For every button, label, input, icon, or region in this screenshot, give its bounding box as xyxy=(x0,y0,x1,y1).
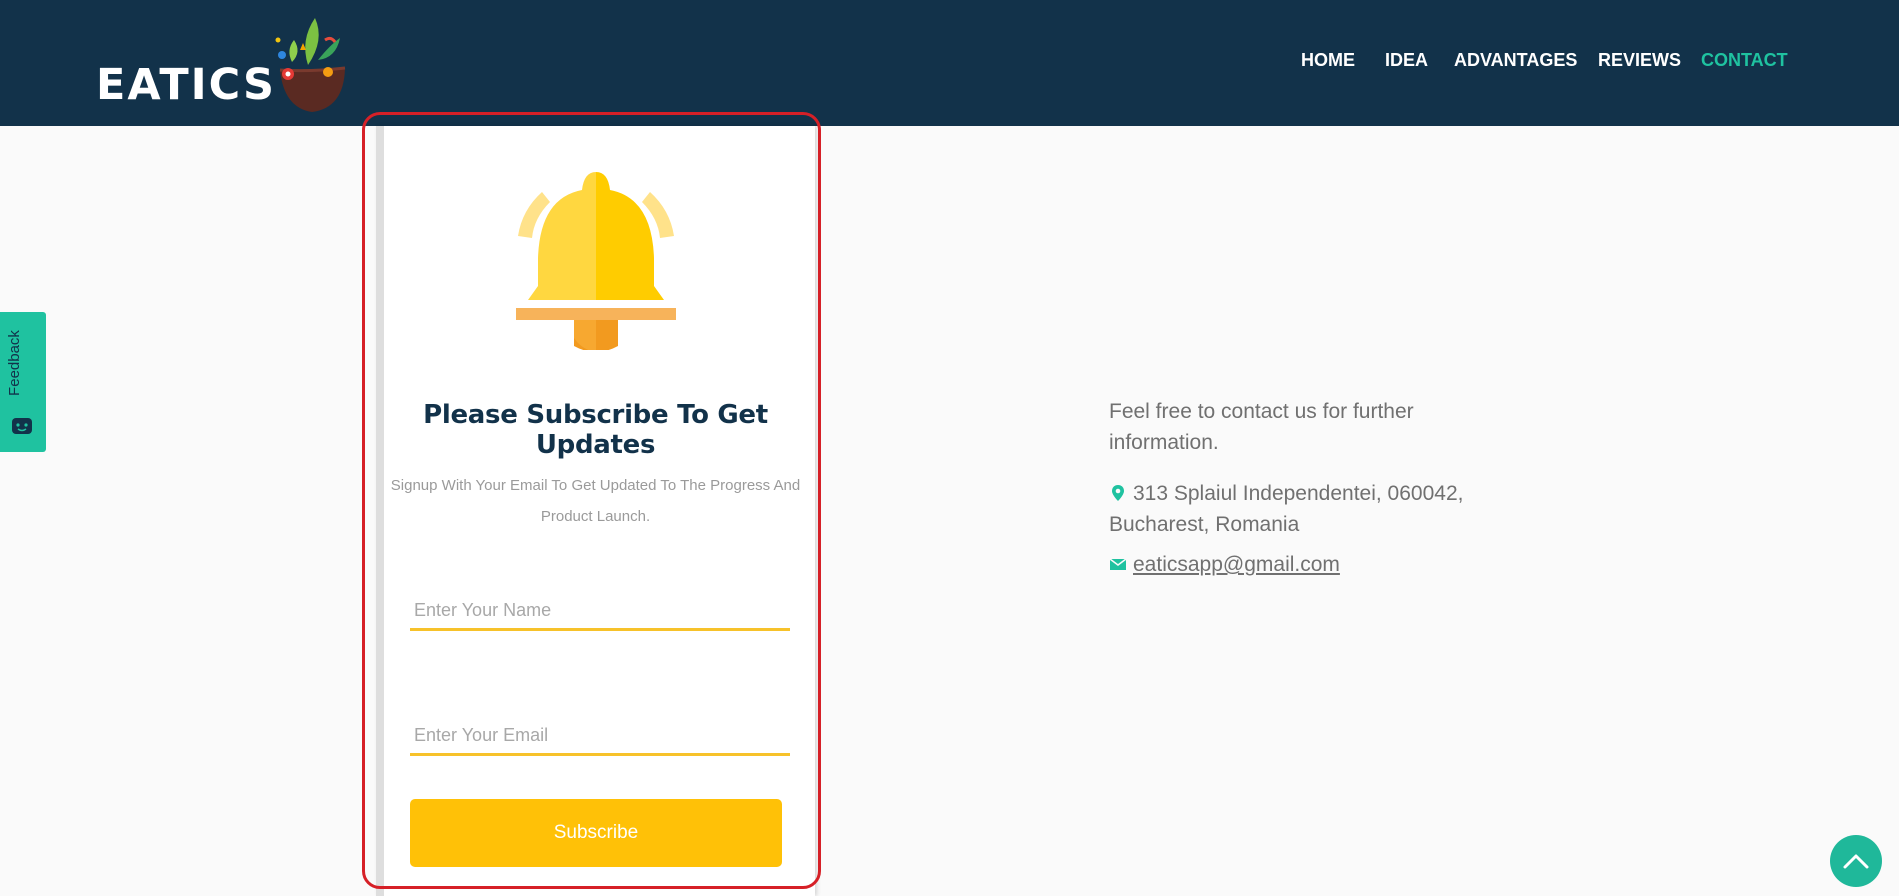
nav-contact[interactable]: CONTACT xyxy=(1701,50,1788,71)
nav-advantages[interactable]: ADVANTAGES xyxy=(1454,50,1577,71)
nav-home[interactable]: HOME xyxy=(1301,50,1355,71)
email-link[interactable]: eaticsapp@gmail.com xyxy=(1133,553,1340,576)
subscribe-subtitle: Signup With Your Email To Get Updated To… xyxy=(390,477,801,525)
address-text: 313 Splaiul Independentei, 060042, Bucha… xyxy=(1109,482,1464,536)
salad-bowl-logo-icon[interactable] xyxy=(270,10,350,118)
site-header: EATICS HOME IDEA ADVANTAGES REVIEWS CONT… xyxy=(0,0,1899,126)
logo-text[interactable]: EATICS xyxy=(96,60,276,110)
feedback-label: Feedback xyxy=(6,330,23,396)
bell-icon xyxy=(516,172,676,350)
contact-email: eaticsapp@gmail.com xyxy=(1109,549,1509,580)
nav-reviews[interactable]: REVIEWS xyxy=(1598,50,1681,71)
subscribe-title: Please Subscribe To Get Updates xyxy=(423,400,768,460)
email-input[interactable] xyxy=(410,717,790,756)
map-pin-icon xyxy=(1112,485,1124,501)
name-input[interactable] xyxy=(410,592,790,631)
subscribe-button[interactable]: Subscribe xyxy=(410,799,782,867)
scroll-top-button[interactable] xyxy=(1830,835,1882,887)
nav-idea[interactable]: IDEA xyxy=(1385,50,1428,71)
feedback-face-icon xyxy=(12,418,32,434)
envelope-icon xyxy=(1109,558,1127,570)
chevron-up-icon xyxy=(1843,854,1869,869)
feedback-tab[interactable]: Feedback xyxy=(0,312,46,452)
contact-address: 313 Splaiul Independentei, 060042, Bucha… xyxy=(1109,478,1509,540)
contact-intro: Feel free to contact us for further info… xyxy=(1109,400,1414,454)
